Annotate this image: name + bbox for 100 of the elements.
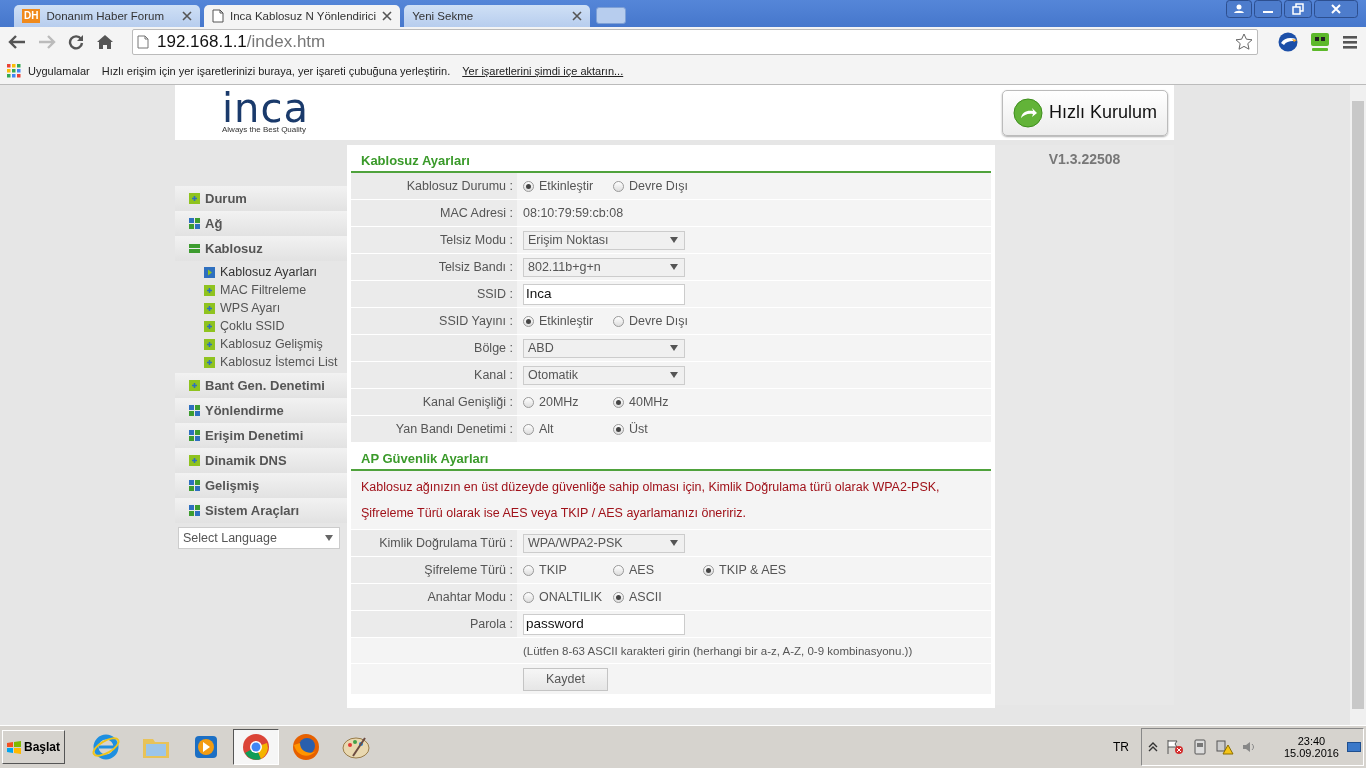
radio-option[interactable]: Alt — [523, 422, 613, 436]
close-icon[interactable] — [182, 11, 192, 21]
radio-option[interactable]: 40MHz — [613, 395, 703, 409]
nav-submenu-item[interactable]: Kablosuz Ayarları — [204, 263, 347, 281]
input-language[interactable]: TR — [1112, 740, 1129, 754]
nav-menu-item[interactable]: Sistem Araçları — [175, 498, 347, 523]
radio-option[interactable]: Devre Dışı — [613, 179, 703, 193]
dropdown-select[interactable]: WPA/WPA2-PSK — [523, 533, 685, 553]
radio-button[interactable] — [703, 564, 714, 576]
save-button[interactable]: Kaydet — [523, 667, 608, 691]
radio-option[interactable]: ONALTILIK — [523, 590, 613, 604]
chevron-up-icon[interactable] — [1147, 742, 1158, 752]
start-button[interactable]: Başlat — [2, 730, 66, 764]
clock[interactable]: 23:40 15.09.2016 — [1283, 735, 1339, 759]
dropdown-select[interactable]: 802.11b+g+n — [523, 257, 685, 277]
radio-option[interactable]: 20MHz — [523, 395, 613, 409]
network-warning-icon[interactable] — [1215, 739, 1234, 755]
apps-grid-icon[interactable] — [7, 63, 21, 78]
scrollbar[interactable] — [1350, 85, 1366, 725]
radio-option[interactable]: TKIP — [523, 563, 613, 577]
minus-icon — [189, 243, 200, 254]
nav-menu-item[interactable]: Kablosuz — [175, 236, 347, 261]
close-icon[interactable] — [572, 11, 583, 21]
chrome-browser-icon — [241, 732, 272, 762]
nav-menu-item[interactable]: Erişim Denetimi — [175, 423, 347, 448]
radio-button[interactable] — [613, 315, 624, 327]
nav-submenu-item[interactable]: WPS Ayarı — [204, 299, 347, 317]
dropdown-select[interactable]: Otomatik — [523, 365, 685, 385]
taskbar-app[interactable] — [233, 729, 280, 765]
nav-menu-item[interactable]: Yönlendirme — [175, 398, 347, 423]
field-label: Kablosuz Durumu : — [406, 179, 513, 193]
radio-button[interactable] — [613, 591, 624, 603]
dropdown-arrow-icon — [325, 535, 333, 541]
text-input-field[interactable]: Inca — [523, 283, 685, 305]
star-icon[interactable] — [1235, 33, 1253, 51]
restore-icon[interactable] — [1284, 0, 1312, 18]
radio-option[interactable]: Etkinleştir — [523, 314, 613, 328]
dropdown-arrow-icon — [670, 372, 678, 378]
nav-submenu-item[interactable]: MAC Filtreleme — [204, 281, 347, 299]
dropdown-arrow-icon — [670, 264, 678, 270]
nav-submenu-item[interactable]: Kablosuz İstemci List — [204, 353, 347, 371]
nav-menu-item[interactable]: Dinamik DNS — [175, 448, 347, 473]
browser-tab[interactable]: Yeni Sekme — [404, 5, 591, 27]
radio-option[interactable]: ASCII — [613, 590, 703, 604]
radio-button[interactable] — [523, 591, 534, 603]
reload-icon[interactable] — [68, 34, 84, 50]
radio-option[interactable]: TKIP & AES — [703, 563, 793, 577]
firefox-browser-icon — [291, 732, 322, 762]
radio-option[interactable]: AES — [613, 563, 703, 577]
field-value: 08:10:79:59:cb:08 — [523, 206, 624, 220]
field-label: SSID : — [476, 287, 513, 301]
dropdown-select[interactable]: ABD — [523, 338, 685, 358]
device-icon[interactable] — [1191, 739, 1208, 755]
nav-menu-item[interactable]: Bant Gen. Denetimi — [175, 373, 347, 398]
close-icon[interactable] — [382, 11, 393, 21]
radio-button[interactable] — [613, 180, 624, 192]
menu-icon[interactable] — [1342, 34, 1358, 50]
radio-option[interactable]: Etkinleştir — [523, 179, 613, 193]
radio-button[interactable] — [613, 396, 624, 408]
user-icon[interactable] — [1226, 0, 1252, 18]
plus-square-icon — [204, 320, 215, 332]
browser-tab[interactable]: DH Donanım Haber Forum — [14, 5, 200, 27]
radio-button[interactable] — [523, 315, 534, 327]
robot-extension-icon[interactable] — [1310, 32, 1330, 52]
plus-square-icon — [204, 302, 215, 314]
radio-button[interactable] — [613, 423, 624, 435]
dropdown-select[interactable]: Erişim Noktası — [523, 230, 685, 250]
radio-button[interactable] — [613, 564, 624, 576]
field-label: SSID Yayını : — [439, 314, 513, 328]
radio-button[interactable] — [523, 564, 534, 576]
radio-button[interactable] — [523, 396, 534, 408]
nav-menu-item[interactable]: Durum — [175, 186, 347, 211]
close-icon[interactable] — [1314, 0, 1358, 18]
address-bar[interactable]: 192.168.1.1/index.htm — [132, 29, 1258, 55]
field-label: Şifreleme Türü : — [424, 563, 513, 577]
radio-option[interactable]: Devre Dışı — [613, 314, 703, 328]
radio-button[interactable] — [523, 180, 534, 192]
minimize-icon[interactable] — [1254, 0, 1282, 18]
tab-title: Yeni Sekme — [412, 10, 475, 22]
site-favicon: DH — [22, 9, 41, 23]
windows-logo-icon — [7, 740, 21, 754]
text-input-field[interactable]: password — [523, 613, 685, 635]
language-select[interactable]: Select Language — [178, 527, 340, 549]
quick-setup-button[interactable]: Hızlı Kurulum — [1001, 89, 1168, 136]
new-tab-button[interactable] — [596, 7, 627, 24]
back-icon[interactable] — [8, 34, 26, 50]
nav-submenu-item[interactable]: Kablosuz Gelişmiş — [204, 335, 347, 353]
import-bookmarks-link[interactable]: Yer işaretlerini şimdi içe aktarın... — [462, 64, 624, 77]
nav-submenu-item[interactable]: Çoklu SSID — [204, 317, 347, 335]
radio-button[interactable] — [523, 423, 534, 435]
radio-option[interactable]: Üst — [613, 422, 703, 436]
field-label: MAC Adresi : — [440, 206, 513, 220]
field-label: Kanal Genişliği : — [422, 395, 513, 409]
browser-tab[interactable]: Inca Kablosuz N Yönlendirici — [204, 5, 401, 27]
home-icon[interactable] — [96, 34, 114, 50]
nav-menu-item[interactable]: Gelişmiş — [175, 473, 347, 498]
nav-menu-item[interactable]: Ağ — [175, 211, 347, 236]
apps-link[interactable]: Uygulamalar — [28, 64, 90, 77]
flag-error-icon[interactable] — [1165, 739, 1184, 755]
show-desktop-icon[interactable] — [1347, 740, 1361, 754]
